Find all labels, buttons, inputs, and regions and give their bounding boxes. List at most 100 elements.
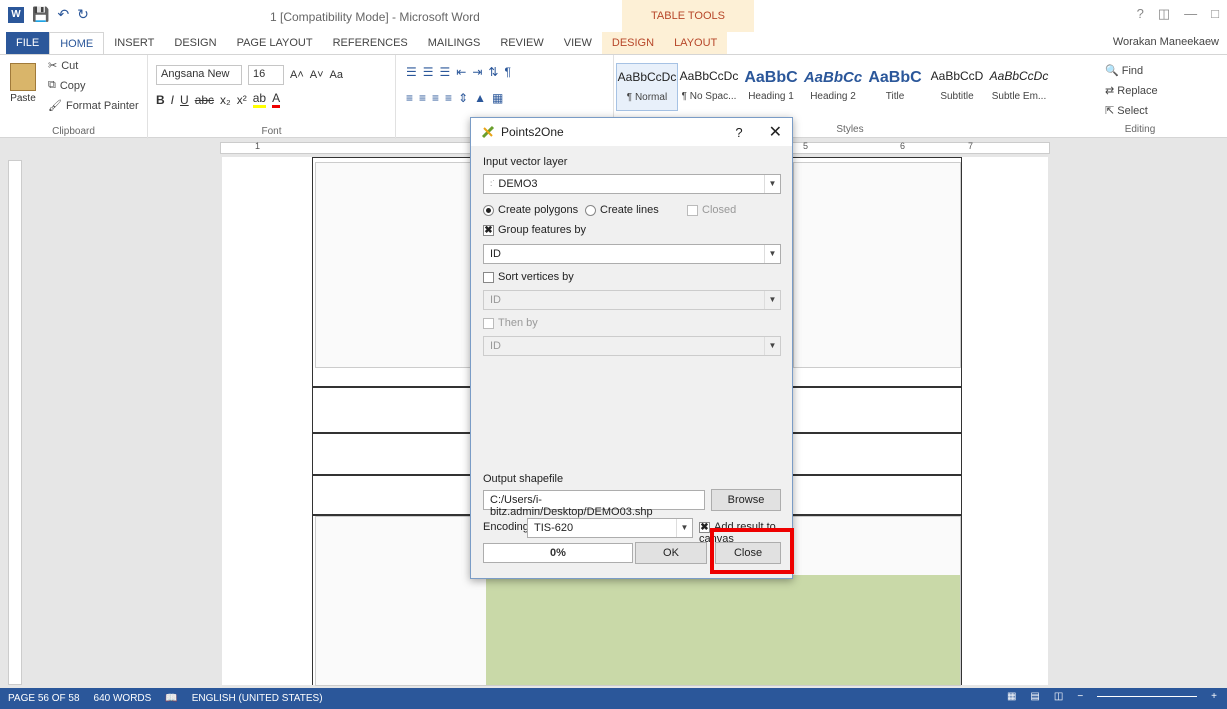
then-by-checkbox[interactable]: Then by (483, 317, 538, 329)
group-features-checkbox[interactable]: ✖ Group features by (483, 224, 586, 236)
help-icon[interactable]: ? (1137, 6, 1144, 22)
page-count[interactable]: PAGE 56 OF 58 (8, 693, 80, 704)
tab-insert[interactable]: INSERT (104, 32, 164, 54)
read-mode-icon[interactable]: ▦ (1007, 691, 1016, 702)
then-by-value: ID (490, 340, 501, 352)
borders-icon[interactable]: ▦ (492, 91, 503, 105)
underline-icon[interactable]: U (180, 93, 189, 107)
style-preview: AaBbCcD (930, 69, 984, 83)
copy-button[interactable]: ⧉ Copy (48, 79, 86, 92)
style-preview: AaBbC (868, 69, 922, 86)
create-polygons-radio[interactable]: Create polygons (483, 204, 578, 216)
group-field-select[interactable]: ID ▼ (483, 244, 781, 264)
style-subtle-emphasis[interactable]: AaBbCcDc Subtle Em... (988, 63, 1050, 111)
tab-mailings[interactable]: MAILINGS (418, 32, 491, 54)
cut-label: Cut (61, 59, 79, 72)
highlight-color-icon[interactable]: ab (252, 91, 267, 108)
style-heading-1[interactable]: AaBbC Heading 1 (740, 63, 802, 111)
tab-references[interactable]: REFERENCES (323, 32, 418, 54)
tab-page-layout[interactable]: PAGE LAYOUT (227, 32, 323, 54)
encoding-select[interactable]: TIS-620 ▼ (527, 518, 693, 538)
style-title[interactable]: AaBbC Title (864, 63, 926, 111)
qgis-plugin-icon (481, 125, 495, 139)
sort-icon[interactable]: ⇅ (488, 65, 498, 79)
tab-view[interactable]: VIEW (554, 32, 602, 54)
vertical-ruler[interactable] (8, 160, 22, 685)
select-label: Select (1117, 105, 1148, 117)
font-color-icon[interactable]: A (272, 91, 281, 108)
replace-button[interactable]: ⇄ Replace (1105, 81, 1158, 101)
then-by-select[interactable]: ID ▼ (483, 336, 781, 356)
close-icon[interactable]: ✕ (769, 122, 782, 142)
tab-table-layout[interactable]: LAYOUT (664, 32, 728, 54)
subscript-icon[interactable]: x₂ (220, 93, 231, 107)
tab-review[interactable]: REVIEW (490, 32, 553, 54)
input-layer-select[interactable]: ∶˙ DEMO3 ▼ (483, 174, 781, 194)
tab-table-design[interactable]: DESIGN (601, 32, 665, 54)
superscript-icon[interactable]: x² (237, 93, 247, 107)
save-icon[interactable]: 💾 (32, 6, 49, 23)
web-layout-icon[interactable]: ◫ (1054, 691, 1063, 702)
align-right-icon[interactable]: ≡ (432, 91, 439, 105)
minimize-icon[interactable]: — (1184, 6, 1197, 22)
zoom-out-icon[interactable]: − (1077, 691, 1083, 702)
find-button[interactable]: 🔍 Find (1105, 61, 1158, 81)
font-name-select[interactable]: Angsana New (156, 65, 242, 85)
output-path-input[interactable]: C:/Users/i-bitz.admin/Desktop/DEMO03.shp (483, 490, 705, 518)
sort-field-select[interactable]: ID ▼ (483, 290, 781, 310)
shrink-font-icon[interactable]: A˅ (310, 69, 324, 81)
then-by-label: Then by (498, 317, 538, 329)
tab-home[interactable]: HOME (49, 32, 105, 54)
zoom-slider[interactable] (1097, 696, 1198, 697)
italic-icon[interactable]: I (171, 93, 174, 107)
show-marks-icon[interactable]: ¶ (504, 65, 510, 79)
strikethrough-icon[interactable]: abc (195, 93, 214, 107)
checkmark-icon: ✖ (699, 521, 710, 533)
multilevel-list-icon[interactable]: ☰ (440, 65, 451, 79)
closed-checkbox[interactable]: Closed (687, 204, 736, 216)
paste-button[interactable]: Paste (8, 63, 38, 104)
line-spacing-icon[interactable]: ⇕ (458, 91, 468, 105)
decrease-indent-icon[interactable]: ⇤ (456, 65, 466, 79)
help-button[interactable]: ? (735, 125, 742, 140)
bullets-icon[interactable]: ☰ (406, 65, 417, 79)
ribbon-display-icon[interactable]: ◫ (1158, 6, 1170, 22)
shading-icon[interactable]: ▲ (474, 91, 486, 105)
style-name: ¶ No Spac... (681, 91, 737, 102)
language[interactable]: ENGLISH (UNITED STATES) (192, 693, 323, 704)
word-logo-icon: W (8, 6, 24, 23)
change-case-icon[interactable]: Aa (330, 69, 343, 81)
browse-button[interactable]: Browse (711, 489, 781, 511)
create-lines-radio[interactable]: Create lines (585, 204, 659, 216)
grow-font-icon[interactable]: A˄ (290, 69, 304, 81)
bold-icon[interactable]: B (156, 93, 165, 107)
font-size-select[interactable]: 16 (248, 65, 284, 85)
center-icon[interactable]: ≡ (419, 91, 426, 105)
format-painter-button[interactable]: 🖌 Format Painter (48, 99, 139, 113)
tab-file[interactable]: FILE (6, 32, 50, 54)
print-layout-icon[interactable]: ▤ (1030, 691, 1039, 702)
zoom-in-icon[interactable]: + (1211, 691, 1217, 702)
chevron-down-icon: ▼ (676, 519, 692, 537)
style-heading-2[interactable]: AaBbCc Heading 2 (802, 63, 864, 111)
align-left-icon[interactable]: ≡ (406, 91, 413, 105)
numbering-icon[interactable]: ☰ (423, 65, 434, 79)
user-name[interactable]: Worakan Maneekaew (1113, 36, 1219, 48)
select-button[interactable]: ⇱ Select (1105, 101, 1158, 121)
style-name: Subtitle (940, 91, 974, 102)
style-normal[interactable]: AaBbCcDc ¶ Normal (616, 63, 678, 111)
undo-icon[interactable]: ↶ (57, 6, 69, 23)
word-count[interactable]: 640 WORDS (94, 693, 152, 704)
restore-icon[interactable]: □ (1211, 6, 1219, 22)
style-subtitle[interactable]: AaBbCcD Subtitle (926, 63, 988, 111)
sort-vertices-checkbox[interactable]: Sort vertices by (483, 271, 574, 283)
cut-button[interactable]: ✂ Cut (48, 59, 79, 73)
justify-icon[interactable]: ≡ (445, 91, 452, 105)
embedded-screenshot-qgis-map (793, 162, 961, 368)
redo-icon[interactable]: ↻ (77, 6, 89, 23)
ok-button[interactable]: OK (635, 542, 707, 564)
style-no-spacing[interactable]: AaBbCcDc ¶ No Spac... (678, 63, 740, 111)
increase-indent-icon[interactable]: ⇥ (472, 65, 482, 79)
proofing-icon[interactable]: 📖 (165, 693, 177, 704)
tab-design[interactable]: DESIGN (164, 32, 226, 54)
